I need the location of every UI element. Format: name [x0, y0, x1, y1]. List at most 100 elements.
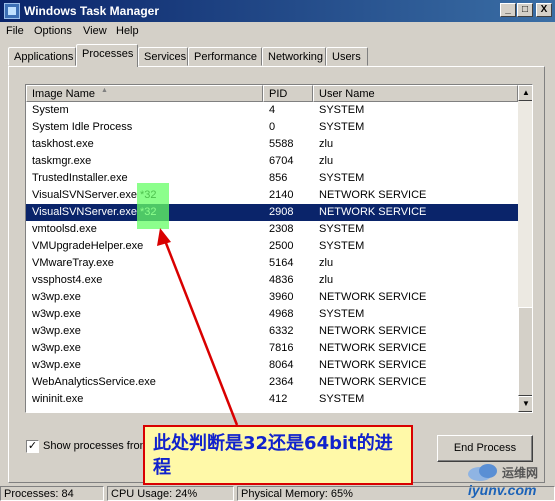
table-row[interactable]: vmtoolsd.exe 2308 SYSTEM — [26, 221, 518, 238]
cell-image-name: wininit.exe — [32, 393, 84, 405]
task-manager-icon — [4, 3, 20, 19]
cell-user-name: SYSTEM — [319, 240, 365, 252]
cell-user-name: NETWORK SERVICE — [319, 342, 427, 354]
sort-ascending-icon: ▲ — [101, 87, 108, 94]
minimize-button[interactable]: _ — [500, 3, 516, 17]
table-row[interactable]: VMwareTray.exe 5164 zlu — [26, 255, 518, 272]
cell-image-name: VMwareTray.exe — [32, 257, 114, 269]
highlight-box — [137, 183, 169, 229]
show-all-users-label: Show processes from — [43, 440, 149, 452]
cell-pid: 2908 — [269, 206, 294, 218]
cell-image-name: w3wp.exe — [32, 291, 81, 303]
table-row[interactable]: taskmgr.exe 6704 zlu — [26, 153, 518, 170]
annotation-text: 此处判断是32还是64bit的进程 — [153, 433, 393, 478]
cell-user-name: SYSTEM — [319, 121, 365, 133]
column-user-name[interactable]: User Name — [313, 85, 518, 102]
show-all-users-checkbox[interactable]: ✓ — [26, 440, 39, 453]
cell-pid: 0 — [269, 121, 276, 133]
cell-user-name: NETWORK SERVICE — [319, 189, 427, 201]
column-image-name[interactable]: Image Name ▲ — [26, 85, 263, 102]
tab-networking[interactable]: Networking — [262, 47, 326, 66]
tab-performance[interactable]: Performance — [188, 47, 262, 66]
cell-user-name: SYSTEM — [319, 308, 365, 320]
cell-user-name: NETWORK SERVICE — [319, 325, 427, 337]
cell-image-name: taskmgr.exe — [32, 155, 92, 167]
annotation-callout: 此处判断是32还是64bit的进程 — [143, 425, 413, 485]
cell-pid: 6704 — [269, 155, 294, 167]
cell-image-name: w3wp.exe — [32, 325, 81, 337]
window-title: Windows Task Manager — [24, 4, 160, 18]
cell-image-name: System Idle Process — [32, 121, 133, 133]
table-row[interactable]: w3wp.exe 7816 NETWORK SERVICE — [26, 340, 518, 357]
cell-image-name: System — [32, 104, 69, 116]
process-list[interactable]: Image Name ▲ PID User Name System 4 SYSTEM… — [25, 84, 533, 413]
menu-help[interactable]: Help — [116, 25, 139, 37]
column-pid[interactable]: PID — [263, 85, 313, 102]
cell-user-name: SYSTEM — [319, 172, 365, 184]
maximize-button[interactable]: □ — [517, 3, 533, 17]
cell-image-name: VMUpgradeHelper.exe — [32, 240, 144, 252]
table-row[interactable]: System Idle Process 0 SYSTEM — [26, 119, 518, 136]
watermark-logo: 运维网 iyunv.com — [466, 462, 552, 500]
watermark-top: 运维网 — [502, 466, 539, 480]
cell-pid: 856 — [269, 172, 288, 184]
table-row[interactable]: vssphost4.exe 4836 zlu — [26, 272, 518, 289]
cell-image-name: vssphost4.exe — [32, 274, 103, 286]
status-cpu: CPU Usage: 24% — [107, 486, 234, 501]
cell-user-name: zlu — [319, 138, 334, 150]
close-button[interactable]: X — [536, 3, 552, 17]
cell-user-name: zlu — [319, 257, 334, 269]
table-row[interactable]: VisualSVNServer.exe *32 2908 NETWORK SERVI… — [26, 204, 518, 221]
cell-pid: 4968 — [269, 308, 294, 320]
vertical-scrollbar[interactable]: ▲ ▼ — [518, 85, 532, 412]
cell-pid: 8064 — [269, 359, 294, 371]
table-row[interactable]: System 4 SYSTEM — [26, 102, 518, 119]
tab-strip: Applications Processes Services Performa… — [8, 44, 548, 67]
cell-pid: 2364 — [269, 376, 294, 388]
cell-pid: 2500 — [269, 240, 294, 252]
menu-options[interactable]: Options — [34, 25, 72, 37]
table-row[interactable]: w3wp.exe 4968 SYSTEM — [26, 306, 518, 323]
cell-user-name: NETWORK SERVICE — [319, 291, 427, 303]
tab-applications[interactable]: Applications — [8, 47, 76, 66]
cell-user-name: NETWORK SERVICE — [319, 206, 427, 218]
cloud-icon — [468, 464, 497, 481]
table-row[interactable]: VMUpgradeHelper.exe 2500 SYSTEM — [26, 238, 518, 255]
table-row[interactable]: w3wp.exe 3960 NETWORK SERVICE — [26, 289, 518, 306]
cell-pid: 5164 — [269, 257, 294, 269]
menu-bar: File Options View Help — [0, 22, 555, 40]
table-row[interactable]: w3wp.exe 6332 NETWORK SERVICE — [26, 323, 518, 340]
scroll-up-icon[interactable]: ▲ — [518, 85, 532, 101]
menu-file[interactable]: File — [6, 25, 24, 37]
cell-image-name: taskhost.exe — [32, 138, 94, 150]
cell-pid: 7816 — [269, 342, 294, 354]
tab-services[interactable]: Services — [138, 47, 188, 66]
cell-pid: 2140 — [269, 189, 294, 201]
menu-view[interactable]: View — [83, 25, 107, 37]
end-process-button[interactable]: End Process — [437, 435, 533, 462]
table-row[interactable]: VisualSVNServer.exe *32 2140 NETWORK SERVI… — [26, 187, 518, 204]
table-row[interactable]: WebAnalyticsService.exe 2364 NETWORK SERVI… — [26, 374, 518, 391]
scroll-down-icon[interactable]: ▼ — [518, 396, 532, 412]
cell-pid: 6332 — [269, 325, 294, 337]
scroll-thumb[interactable] — [518, 307, 532, 396]
cell-user-name: SYSTEM — [319, 393, 365, 405]
cell-user-name: zlu — [319, 274, 334, 286]
list-header: Image Name ▲ PID User Name — [26, 85, 518, 102]
cell-image-name: w3wp.exe — [32, 308, 81, 320]
cell-user-name: NETWORK SERVICE — [319, 359, 427, 371]
tab-processes[interactable]: Processes — [76, 44, 138, 67]
cell-pid: 3960 — [269, 291, 294, 303]
cell-user-name: SYSTEM — [319, 223, 365, 235]
status-processes: Processes: 84 — [0, 486, 104, 501]
column-image-name-label: Image Name — [32, 88, 95, 100]
table-row[interactable]: taskhost.exe 5588 zlu — [26, 136, 518, 153]
title-bar: Windows Task Manager _ □ X — [0, 0, 555, 22]
cell-image-name: w3wp.exe — [32, 359, 81, 371]
table-row[interactable]: w3wp.exe 8064 NETWORK SERVICE — [26, 357, 518, 374]
cell-user-name: zlu — [319, 155, 334, 167]
cell-image-name: vmtoolsd.exe — [32, 223, 97, 235]
table-row[interactable]: wininit.exe 412 SYSTEM — [26, 391, 518, 408]
tab-users[interactable]: Users — [326, 47, 368, 66]
table-row[interactable]: TrustedInstaller.exe 856 SYSTEM — [26, 170, 518, 187]
